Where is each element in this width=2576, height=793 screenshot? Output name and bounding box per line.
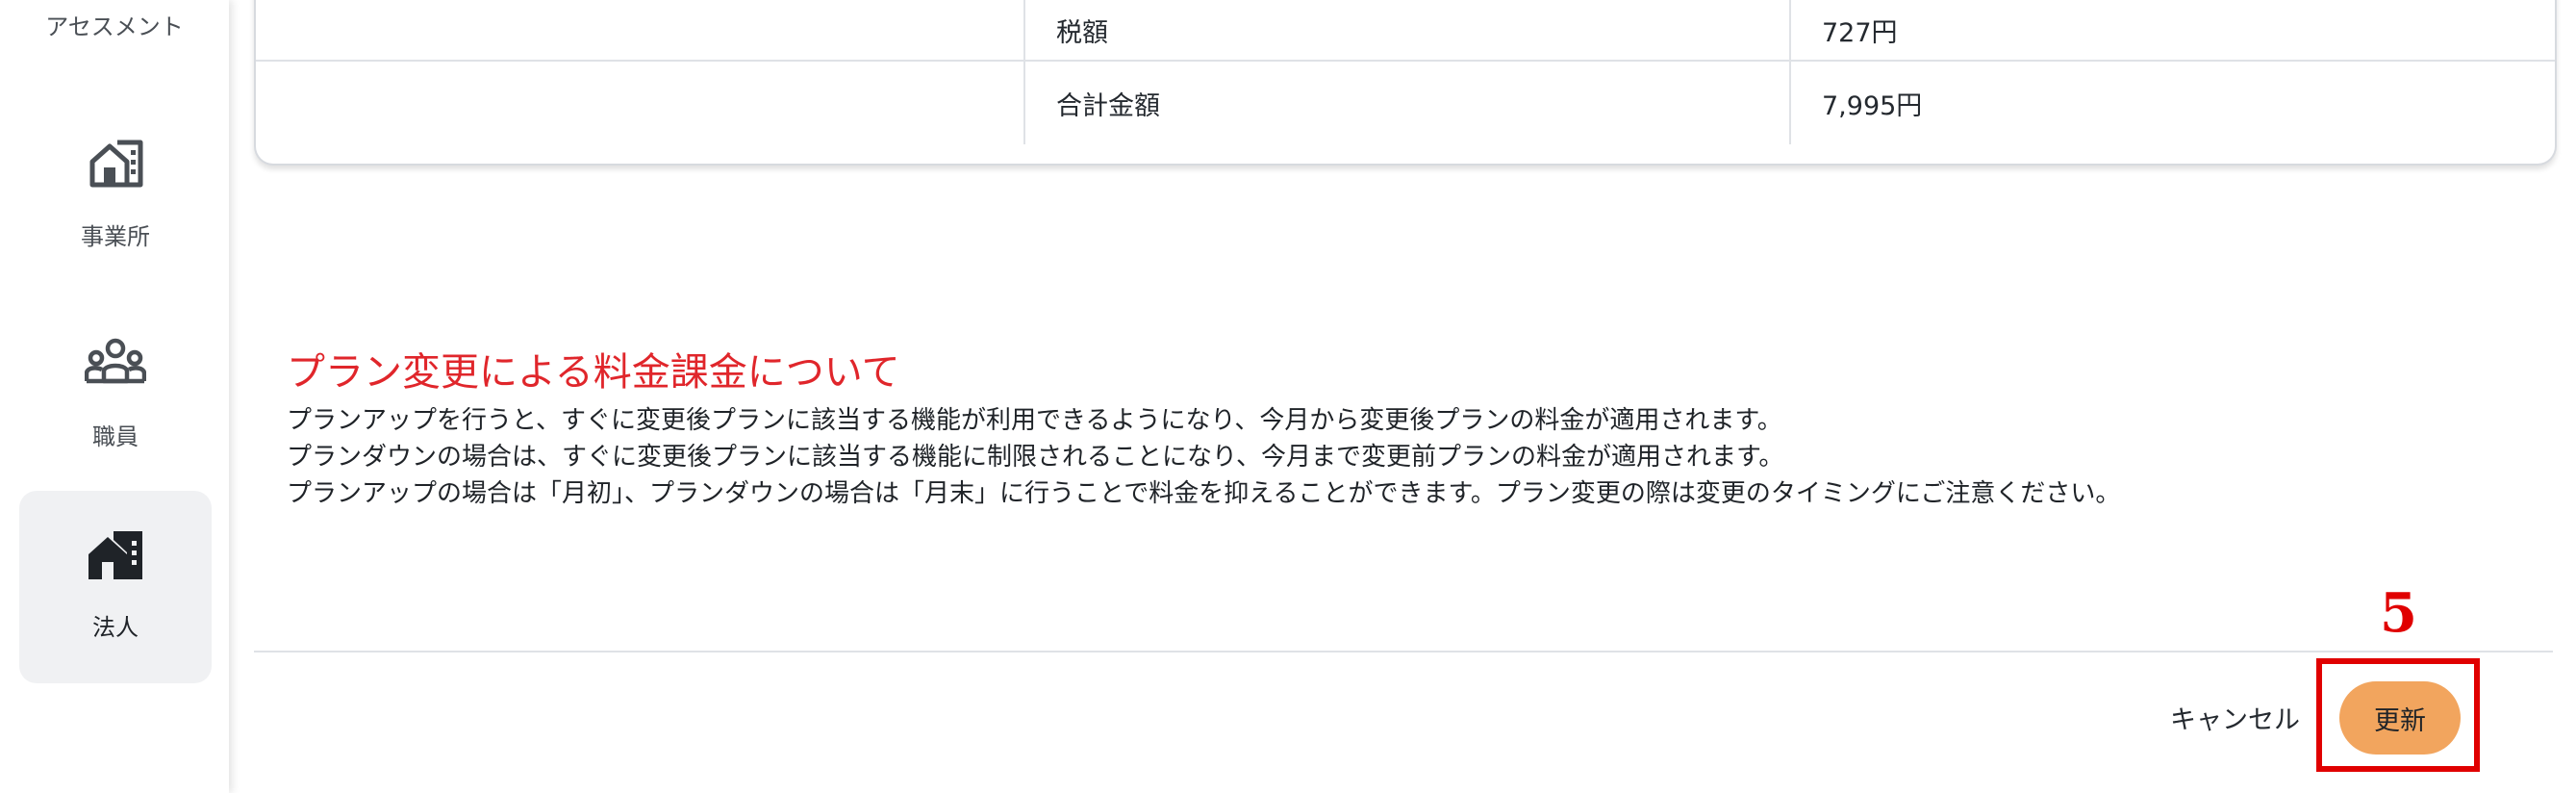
sidebar-item-assessment-label[interactable]: アセスメント (0, 8, 229, 41)
sidebar-item-label: 職員 (92, 423, 139, 450)
billing-notice-line: プランアップの場合は「月初」、プランダウンの場合は「月末」に行うことで料金を抑え… (287, 479, 2121, 508)
summary-table: 税額 727円 合計金額 7,995円 (254, 0, 2557, 166)
table-cell-value: 7,995円 (1822, 90, 1923, 121)
sidebar-item-corporation[interactable]: 法人 (19, 491, 212, 683)
cancel-button[interactable]: キャンセル (2170, 695, 2362, 739)
billing-notice-line: プランダウンの場合は、すぐに変更後プランに該当する機能に制限されることになり、今… (287, 443, 1784, 472)
table-cell-empty (256, 62, 1025, 144)
billing-notice-title: プラン変更による料金課金について (287, 350, 900, 395)
sidebar-item-label: 法人 (92, 614, 139, 641)
table-cell-label: 税額 (1025, 0, 1791, 60)
table-cell-empty (256, 0, 1025, 60)
staff-group-icon (85, 338, 146, 384)
table-cell-label: 合計金額 (1025, 62, 1791, 144)
step-number-annotation: 5 (2380, 581, 2417, 645)
sidebar-item-offices[interactable]: 事業所 (19, 100, 212, 293)
billing-notice-line: プランアップを行うと、すぐに変更後プランに該当する機能が利用できるようになり、今… (287, 406, 1782, 435)
update-button[interactable]: 更新 (2339, 681, 2461, 755)
footer-divider (254, 651, 2553, 652)
sidebar-nav: アセスメント 事業所 職員 法人 (0, 0, 229, 793)
table-row: 税額 727円 (256, 0, 2555, 62)
main-content: 税額 727円 合計金額 7,995円 プラン変更による料金課金について プラン… (229, 0, 2576, 793)
table-row: 合計金額 7,995円 (256, 62, 2555, 144)
office-building-icon (89, 140, 143, 188)
sidebar-item-staff[interactable]: 職員 (19, 300, 212, 493)
corporation-building-icon (88, 531, 142, 579)
sidebar-item-label: 事業所 (81, 223, 150, 250)
table-cell-value: 727円 (1822, 17, 1898, 48)
